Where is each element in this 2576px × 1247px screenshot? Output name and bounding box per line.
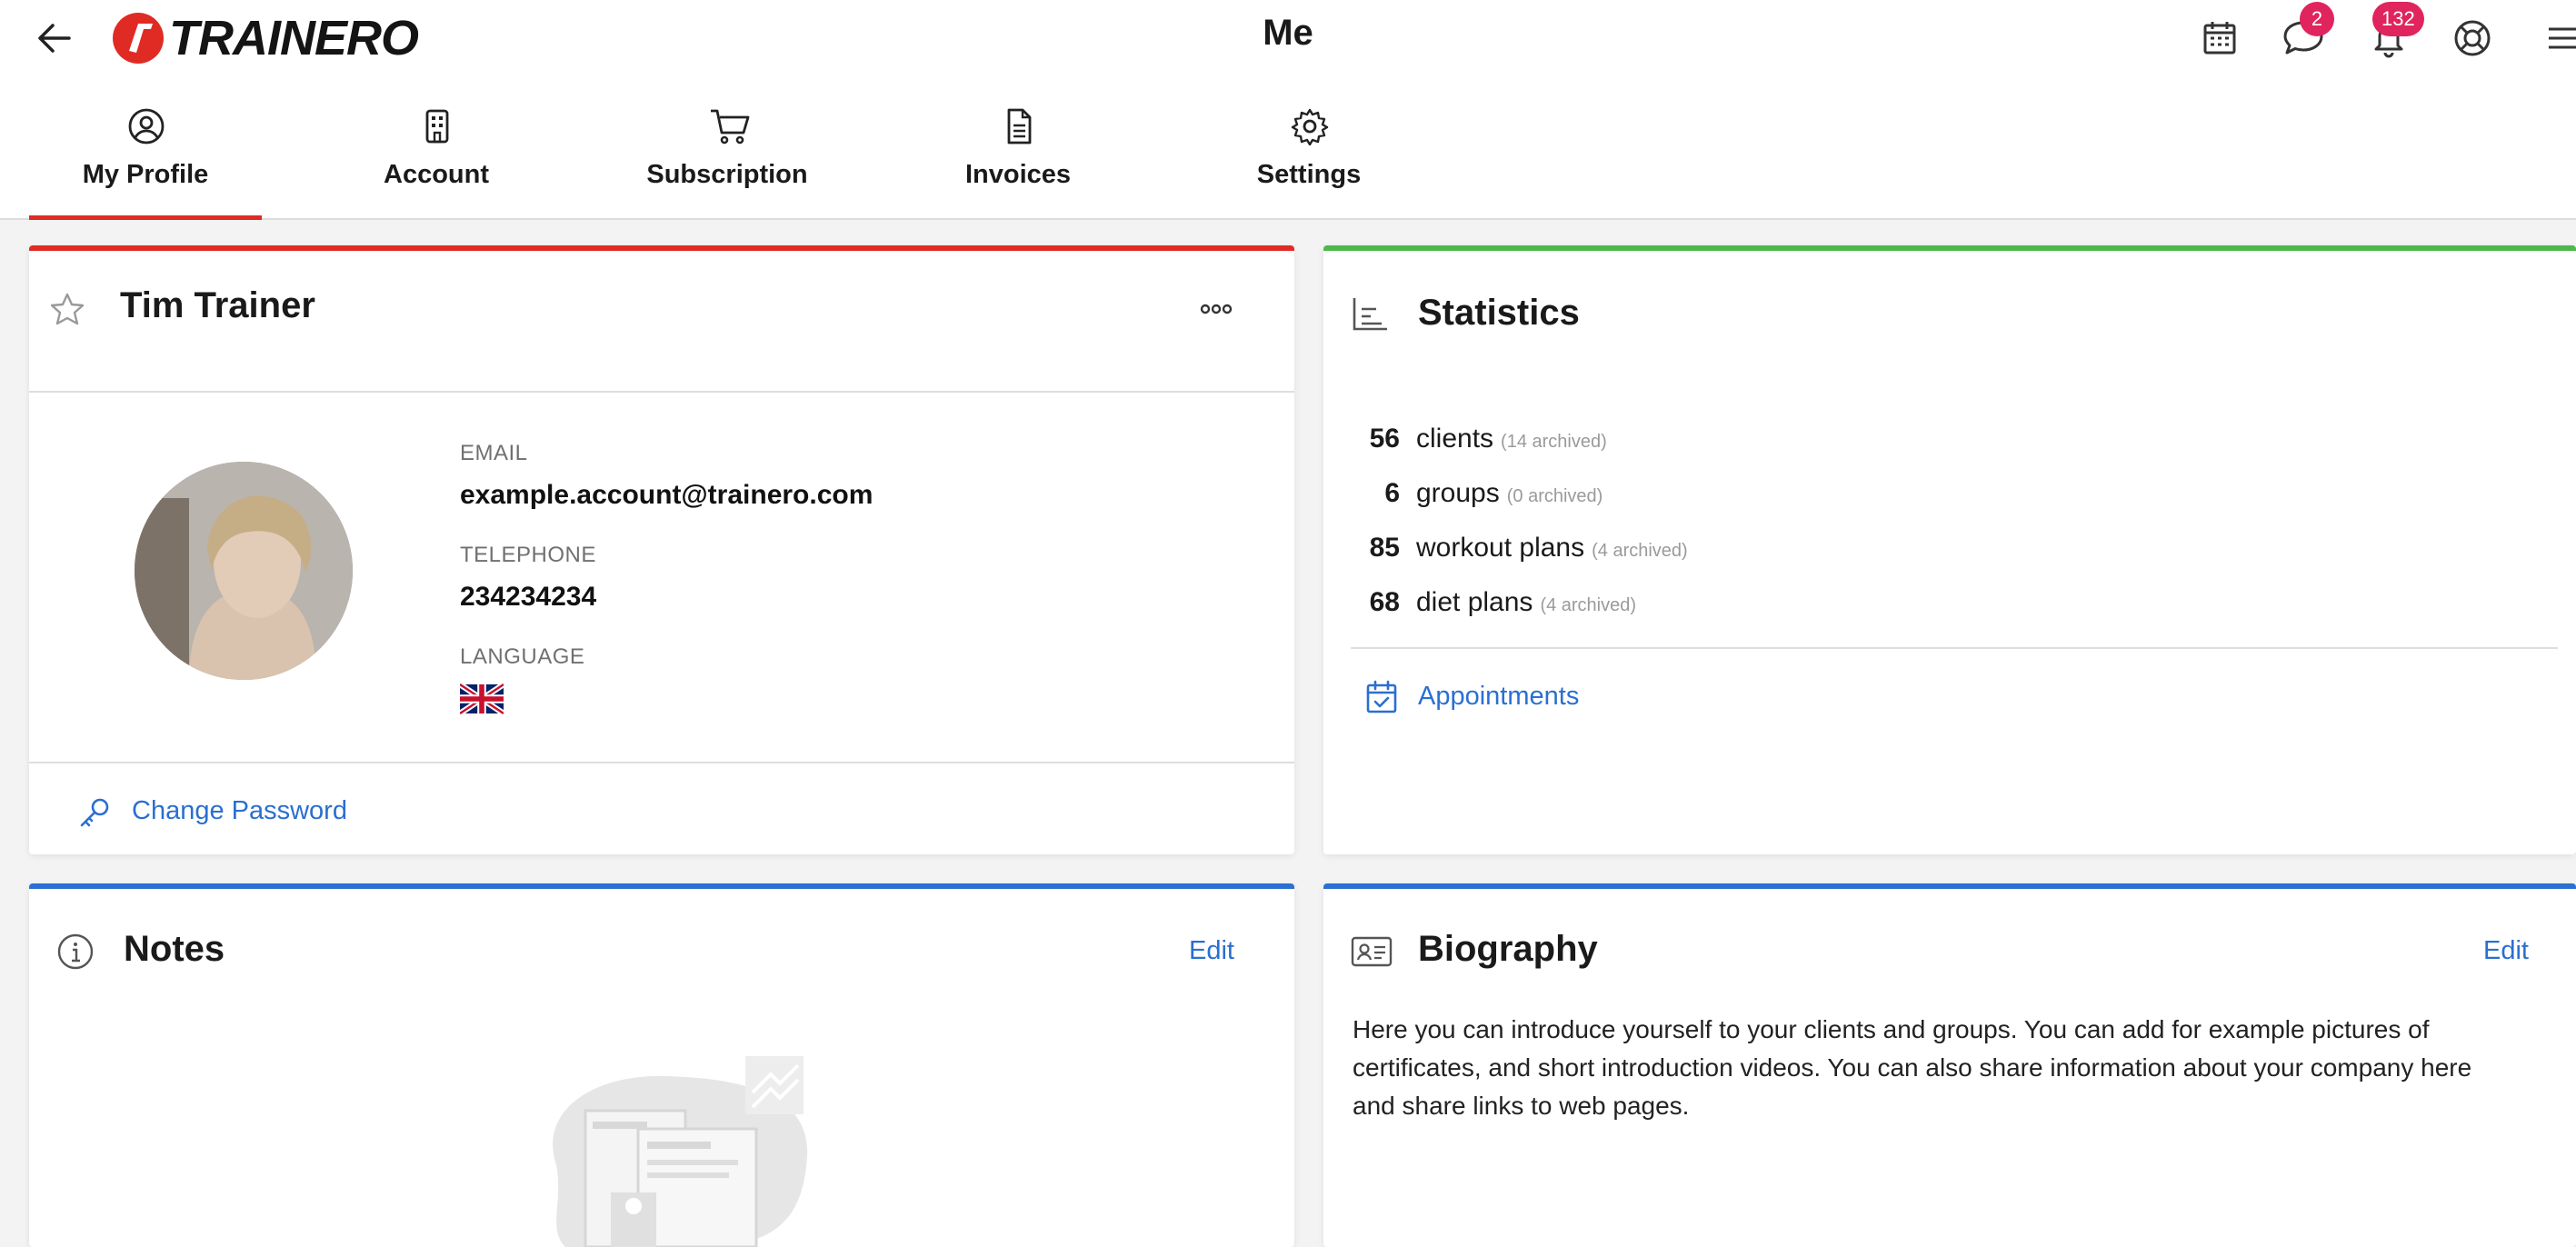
- stat-label: groups: [1416, 478, 1500, 508]
- empty-notes-illustration: [520, 1056, 829, 1247]
- bar-chart-icon: [1351, 296, 1389, 333]
- more-options-icon[interactable]: [1198, 302, 1234, 316]
- card-accent-bar: [29, 245, 1294, 251]
- stat-label: diet plans: [1416, 587, 1533, 617]
- calendar-check-icon: [1365, 680, 1398, 714]
- tab-invoices[interactable]: Invoices: [902, 100, 1134, 218]
- stat-number: 68: [1369, 587, 1400, 617]
- calendar-icon[interactable]: [2198, 16, 2242, 60]
- notes-card: Notes Edit: [29, 883, 1294, 1247]
- telephone-label: TELEPHONE: [460, 543, 596, 567]
- top-bar: TRAINERO Me 2 132 My Profile Account Sub…: [0, 0, 2576, 220]
- profile-card: Tim Trainer EMAIL example.account@traine…: [29, 245, 1294, 854]
- stat-label: clients: [1416, 424, 1494, 454]
- stat-row-groups[interactable]: 6 groups (0 archived): [1345, 478, 1603, 509]
- tab-label: Invoices: [964, 160, 1072, 189]
- card-accent-bar: [1323, 883, 2576, 889]
- email-label: EMAIL: [460, 441, 528, 465]
- statistics-card: Statistics 56 clients (14 archived) 6 gr…: [1323, 245, 2576, 854]
- appointments-link[interactable]: Appointments: [1418, 682, 1579, 712]
- tab-subscription[interactable]: Subscription: [611, 100, 844, 218]
- chat-badge: 2: [2300, 2, 2334, 36]
- card-divider: [29, 762, 1294, 763]
- biography-title: Biography: [1418, 929, 1598, 969]
- card-accent-bar: [1323, 245, 2576, 251]
- notification-badge: 132: [2372, 2, 2424, 36]
- email-value: example.account@trainero.com: [460, 480, 874, 510]
- active-tab-indicator: [29, 215, 262, 220]
- uk-flag-icon: [458, 682, 505, 716]
- language-label: LANGUAGE: [460, 644, 585, 669]
- profile-tabs: My Profile Account Subscription Invoices…: [0, 100, 1454, 220]
- stat-archived: (4 archived): [1592, 541, 1688, 561]
- key-icon: [76, 794, 113, 831]
- tab-my-profile[interactable]: My Profile: [29, 100, 262, 220]
- tab-label: Settings: [1256, 160, 1362, 189]
- stat-row-workout-plans[interactable]: 85 workout plans (4 archived): [1345, 533, 1688, 564]
- page-title: Me: [1263, 13, 1313, 53]
- change-password-link[interactable]: Change Password: [132, 796, 347, 826]
- card-divider: [29, 391, 1294, 393]
- user-circle-icon: [128, 108, 165, 145]
- card-accent-bar: [29, 883, 1294, 889]
- lifebuoy-icon[interactable]: [2451, 16, 2494, 60]
- document-icon: [1007, 108, 1032, 145]
- building-icon: [425, 109, 449, 144]
- biography-card: Biography Edit Here you can introduce yo…: [1323, 883, 2576, 1247]
- statistics-title: Statistics: [1418, 293, 1580, 333]
- biography-edit-button[interactable]: Edit: [2483, 936, 2529, 966]
- favorite-star-icon[interactable]: [49, 291, 85, 327]
- biography-text: Here you can introduce yourself to your …: [1353, 1015, 2472, 1120]
- telephone-value: 234234234: [460, 582, 597, 612]
- tab-label: Account: [384, 160, 489, 189]
- tab-account[interactable]: Account: [320, 100, 553, 218]
- stat-row-clients[interactable]: 56 clients (14 archived): [1345, 424, 1607, 454]
- tab-settings[interactable]: Settings: [1193, 100, 1425, 218]
- profile-name: Tim Trainer: [120, 285, 315, 325]
- tab-label: My Profile: [82, 160, 209, 189]
- notes-edit-button[interactable]: Edit: [1189, 936, 1234, 966]
- notes-title: Notes: [124, 929, 225, 969]
- id-card-icon: [1351, 934, 1393, 969]
- stat-number: 6: [1384, 478, 1400, 508]
- stat-number: 85: [1369, 533, 1400, 563]
- tab-label: Subscription: [646, 160, 808, 189]
- stat-row-diet-plans[interactable]: 68 diet plans (4 archived): [1345, 587, 1636, 618]
- profile-avatar: [135, 462, 353, 680]
- stat-number: 56: [1369, 424, 1400, 454]
- gear-icon: [1291, 108, 1329, 145]
- card-divider: [1351, 647, 2558, 649]
- stat-archived: (14 archived): [1501, 432, 1607, 452]
- stat-archived: (0 archived): [1506, 486, 1603, 506]
- cart-icon: [711, 109, 750, 145]
- menu-icon[interactable]: [2543, 16, 2576, 60]
- stat-archived: (4 archived): [1540, 595, 1637, 615]
- info-icon: [56, 933, 95, 971]
- stat-label: workout plans: [1416, 533, 1585, 563]
